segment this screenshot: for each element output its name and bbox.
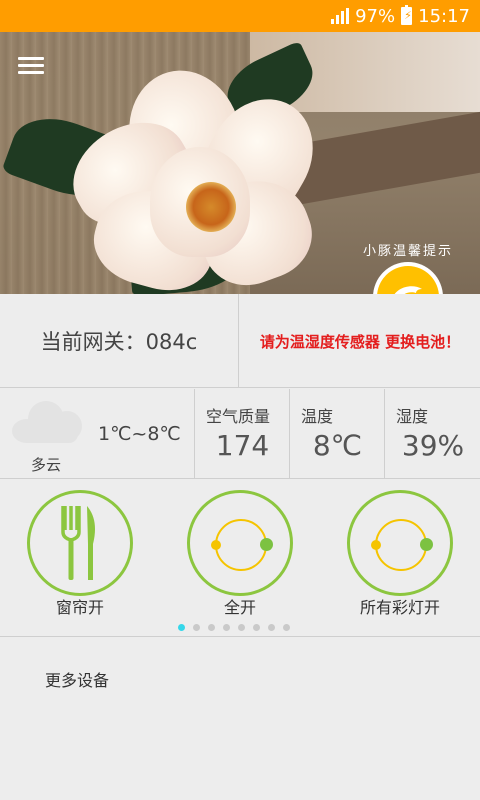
page-dot[interactable]: [193, 624, 200, 631]
temperature-cell: 温度 8℃: [291, 389, 385, 479]
humidity-cell: 湿度 39%: [386, 389, 480, 479]
air-quality-cell: 空气质量 174: [196, 389, 290, 479]
page-dot[interactable]: [178, 624, 185, 631]
weather-row: 多云 1℃~8℃ 空气质量 174 温度 8℃ 湿度 39%: [0, 389, 480, 479]
battery-alert[interactable]: 请为温湿度传感器 更换电池！: [240, 294, 480, 388]
scene-label: 所有彩灯开: [359, 598, 440, 617]
more-devices-link[interactable]: 更多设备: [45, 667, 109, 691]
page-dot[interactable]: [253, 624, 260, 631]
clock: 15:17: [418, 5, 470, 27]
cloud-icon: [12, 401, 84, 443]
page-dot[interactable]: [208, 624, 215, 631]
scene-all-lights-on[interactable]: 所有彩灯开: [346, 490, 454, 617]
divider: [0, 636, 480, 637]
weather-temp-range: 1℃~8℃: [98, 423, 181, 445]
page-dot[interactable]: [268, 624, 275, 631]
status-bar: 97% ⚡ 15:17: [0, 0, 480, 32]
weather-panel: 多云 1℃~8℃: [0, 389, 195, 479]
temperature-label: 温度: [301, 407, 334, 426]
humidity-value: 39%: [401, 429, 465, 462]
menu-icon[interactable]: [18, 57, 46, 77]
fork-knife-icon: [61, 506, 95, 580]
page-indicator: [178, 624, 290, 631]
gateway-row: 当前网关：084c 请为温湿度传感器 更换电池！: [0, 294, 480, 388]
scene-label: 全开: [223, 598, 256, 617]
page-dot[interactable]: [238, 624, 245, 631]
signal-icon: [331, 8, 350, 24]
scene-all-on[interactable]: 全开: [186, 490, 294, 617]
weather-description: 多云: [31, 456, 62, 474]
air-quality-label: 空气质量: [206, 407, 271, 426]
toggle-icon: [371, 519, 433, 571]
page-dot[interactable]: [283, 624, 290, 631]
battery-icon: ⚡: [401, 5, 413, 25]
page-dot[interactable]: [223, 624, 230, 631]
battery-percent: 97%: [355, 5, 396, 27]
air-quality-value: 174: [215, 429, 270, 462]
scene-label: 窗帘开: [55, 598, 104, 617]
humidity-label: 湿度: [396, 407, 429, 426]
scene-curtain-open[interactable]: 窗帘开: [26, 490, 134, 617]
gateway-label[interactable]: 当前网关：084c: [0, 294, 239, 388]
toggle-icon: [211, 519, 273, 571]
status-icons: 97% ⚡ 15:17: [331, 0, 470, 32]
temperature-value: 8℃: [312, 429, 363, 462]
